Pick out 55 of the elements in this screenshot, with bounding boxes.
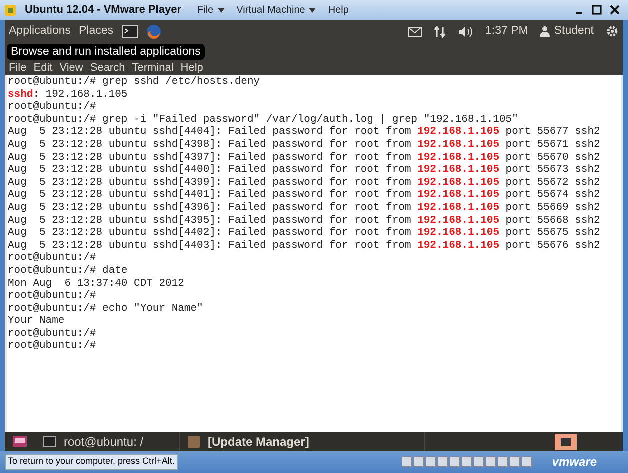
terminal-line: Aug 5 23:12:28 ubuntu sshd[4395]: Failed password for root from 192.168.1.105 port 55668 ssh2 — [8, 214, 600, 227]
terminal-line: root@ubuntu:/# grep -i "Failed password" /var/log/auth.log | grep "192.168.1.105" — [8, 114, 518, 126]
menu-item[interactable]: Virtual Machine — [236, 2, 316, 18]
desktop-icon[interactable] — [13, 436, 27, 447]
menu-item[interactable]: Help — [180, 60, 204, 76]
terminal-line: root@ubuntu:/# — [8, 340, 96, 354]
workspace-icon[interactable] — [555, 434, 577, 450]
menu-item[interactable]: Help — [328, 2, 349, 18]
browser-icon[interactable] — [146, 24, 162, 40]
terminal-line: root@ubuntu:/# grep sshd /etc/hosts.deny — [8, 76, 260, 89]
window-title: Ubuntu 12.04 - VMware Player — [25, 2, 182, 18]
close-icon[interactable] — [610, 5, 620, 15]
terminal-line: Aug 5 23:12:28 ubuntu sshd[4400]: Failed password for root from 192.168.1.105 port 55673 ssh2 — [8, 164, 600, 177]
terminal-line: root@ubuntu:/# — [8, 252, 96, 265]
terminal-line: Mon Aug 6 13:37:40 CDT 2012 — [8, 278, 184, 290]
terminal-line: Aug 5 23:12:28 ubuntu sshd[4402]: Failed password for root from 192.168.1.105 port 55675 ssh2 — [8, 227, 600, 240]
menu-item[interactable]: Search — [90, 60, 126, 76]
gear-icon[interactable] — [606, 25, 619, 38]
terminal-icon[interactable] — [122, 25, 138, 38]
menu-item[interactable]: Edit — [34, 60, 53, 76]
terminal-line: root@ubuntu:/# date — [8, 264, 128, 278]
caret-icon — [218, 8, 225, 12]
menu-item[interactable]: File — [9, 60, 27, 76]
menu-item[interactable]: View — [60, 60, 84, 76]
terminal-line: Aug 5 23:12:28 ubuntu sshd[4399]: Failed password for root from 192.168.1.105 port 55672 ssh2 — [8, 176, 600, 189]
terminal-line: Your Name — [8, 315, 65, 328]
maximize-icon[interactable] — [592, 5, 602, 15]
panel-menu[interactable]: Applications — [9, 22, 72, 40]
menu-item[interactable]: File — [198, 2, 225, 18]
network-icon[interactable] — [434, 26, 446, 38]
terminal-line: Aug 5 23:12:28 ubuntu sshd[4403]: Failed password for root from 192.168.1.105 port 55676 ssh2 — [8, 240, 600, 252]
brand-logo: vmware — [552, 454, 597, 471]
status-hint: To return to your computer, press Ctrl+Alt. — [5, 454, 178, 470]
terminal-line: Aug 5 23:12:28 ubuntu sshd[4396]: Failed password for root from 192.168.1.105 port 55669 ssh2 — [8, 202, 600, 215]
terminal-line: root@ubuntu:/# echo "Your Name" — [8, 302, 204, 316]
terminal-line: Aug 5 23:12:28 ubuntu sshd[4401]: Failed password for root from 192.168.1.105 port 55674 ssh2 — [8, 189, 600, 202]
user-name[interactable]: Student — [554, 22, 594, 40]
terminal-line: root@ubuntu:/# — [8, 328, 96, 340]
mail-icon[interactable] — [408, 26, 422, 36]
package-icon — [188, 436, 200, 448]
panel-menu[interactable]: Places — [79, 22, 114, 40]
tooltip: Browse and run installed applications — [7, 44, 205, 60]
terminal-line: root@ubuntu:/# — [8, 290, 96, 303]
user-icon — [540, 26, 550, 37]
caret-icon — [309, 8, 316, 12]
terminal-line: sshd: 192.168.1.105 — [8, 88, 128, 101]
volume-icon[interactable] — [458, 26, 474, 38]
terminal-line: Aug 5 23:12:28 ubuntu sshd[4404]: Failed password for root from 192.168.1.105 port 55677 ssh2 — [8, 126, 600, 139]
clock[interactable]: 1:37 PM — [486, 22, 528, 40]
menu-item[interactable]: Terminal — [132, 60, 174, 76]
terminal-line: Aug 5 23:12:28 ubuntu sshd[4398]: Failed password for root from 192.168.1.105 port 55671 ssh2 — [8, 138, 600, 152]
app-icon — [4, 4, 17, 16]
terminal-icon — [43, 436, 56, 447]
terminal-line: root@ubuntu:/# — [8, 101, 96, 114]
terminal-line: Aug 5 23:12:28 ubuntu sshd[4397]: Failed password for root from 192.168.1.105 port 55670 ssh2 — [8, 152, 600, 164]
